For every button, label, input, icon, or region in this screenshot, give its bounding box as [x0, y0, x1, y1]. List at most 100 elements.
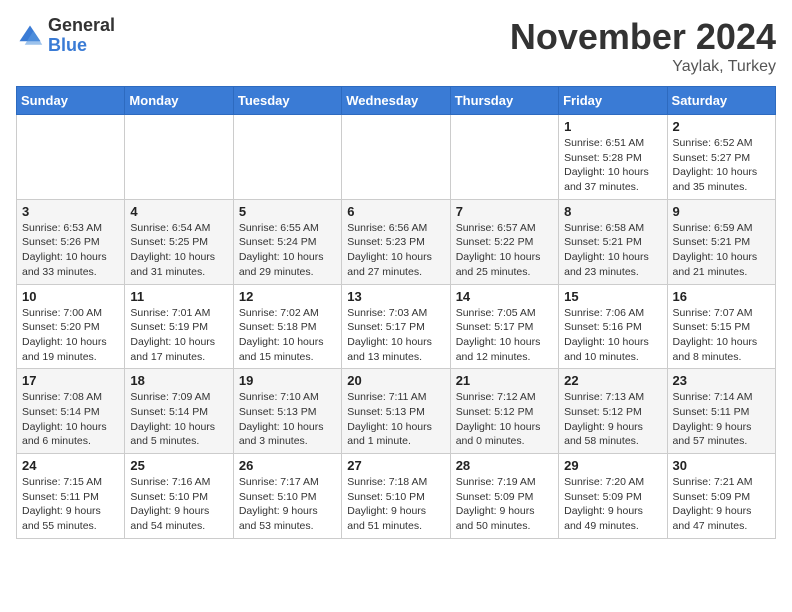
logo-blue: Blue: [48, 36, 115, 56]
day-number: 11: [130, 289, 227, 304]
day-number: 13: [347, 289, 444, 304]
day-info: Sunrise: 7:09 AM Sunset: 5:14 PM Dayligh…: [130, 390, 227, 449]
day-info: Sunrise: 6:54 AM Sunset: 5:25 PM Dayligh…: [130, 221, 227, 280]
day-number: 26: [239, 458, 336, 473]
page-header: General Blue November 2024 Yaylak, Turke…: [16, 16, 776, 76]
calendar-cell: [125, 115, 233, 200]
calendar-cell: 17 Sunrise: 7:08 AM Sunset: 5:14 PM Dayli…: [17, 369, 125, 454]
day-number: 15: [564, 289, 661, 304]
calendar-week-row: 1 Sunrise: 6:51 AM Sunset: 5:28 PM Daylig…: [17, 115, 776, 200]
calendar-cell: 5 Sunrise: 6:55 AM Sunset: 5:24 PM Daylig…: [233, 199, 341, 284]
day-info: Sunrise: 6:57 AM Sunset: 5:22 PM Dayligh…: [456, 221, 553, 280]
calendar-body: 1 Sunrise: 6:51 AM Sunset: 5:28 PM Daylig…: [17, 115, 776, 539]
day-number: 24: [22, 458, 119, 473]
day-number: 4: [130, 204, 227, 219]
calendar-cell: [450, 115, 558, 200]
day-number: 10: [22, 289, 119, 304]
day-info: Sunrise: 7:00 AM Sunset: 5:20 PM Dayligh…: [22, 306, 119, 365]
calendar-cell: 8Sunrise: 6:58 AM Sunset: 5:21 PM Daylig…: [559, 199, 667, 284]
weekday-header-thursday: Thursday: [450, 87, 558, 115]
day-info: Sunrise: 7:03 AM Sunset: 5:17 PM Dayligh…: [347, 306, 444, 365]
day-number: 19: [239, 373, 336, 388]
day-number: 28: [456, 458, 553, 473]
day-info: Sunrise: 6:59 AM Sunset: 5:21 PM Dayligh…: [673, 221, 770, 280]
day-number: 20: [347, 373, 444, 388]
day-number: 30: [673, 458, 770, 473]
calendar-cell: 18 Sunrise: 7:09 AM Sunset: 5:14 PM Dayli…: [125, 369, 233, 454]
calendar-cell: [233, 115, 341, 200]
day-number: 12: [239, 289, 336, 304]
day-info: Sunrise: 6:51 AM Sunset: 5:28 PM Dayligh…: [564, 136, 661, 195]
calendar-header: SundayMondayTuesdayWednesdayThursdayFrid…: [17, 87, 776, 115]
logo-icon: [16, 22, 44, 50]
calendar-cell: 28 Sunrise: 7:19 AM Sunset: 5:09 PM Dayli…: [450, 454, 558, 539]
day-number: 27: [347, 458, 444, 473]
day-info: Sunrise: 7:07 AM Sunset: 5:15 PM Dayligh…: [673, 306, 770, 365]
calendar-cell: 21Sunrise: 7:12 AM Sunset: 5:12 PM Dayli…: [450, 369, 558, 454]
weekday-header-saturday: Saturday: [667, 87, 775, 115]
day-number: 1: [564, 119, 661, 134]
day-number: 14: [456, 289, 553, 304]
calendar-cell: 16 Sunrise: 7:07 AM Sunset: 5:15 PM Dayli…: [667, 284, 775, 369]
calendar-cell: 12 Sunrise: 7:02 AM Sunset: 5:18 PM Dayli…: [233, 284, 341, 369]
logo: General Blue: [16, 16, 115, 56]
weekday-header-wednesday: Wednesday: [342, 87, 450, 115]
day-info: Sunrise: 6:55 AM Sunset: 5:24 PM Dayligh…: [239, 221, 336, 280]
calendar-cell: 3 Sunrise: 6:53 AM Sunset: 5:26 PM Daylig…: [17, 199, 125, 284]
day-info: Sunrise: 7:19 AM Sunset: 5:09 PM Dayligh…: [456, 475, 553, 534]
day-info: Sunrise: 7:01 AM Sunset: 5:19 PM Dayligh…: [130, 306, 227, 365]
day-info: Sunrise: 6:52 AM Sunset: 5:27 PM Dayligh…: [673, 136, 770, 195]
day-number: 25: [130, 458, 227, 473]
day-info: Sunrise: 7:02 AM Sunset: 5:18 PM Dayligh…: [239, 306, 336, 365]
day-number: 29: [564, 458, 661, 473]
calendar-cell: 27 Sunrise: 7:18 AM Sunset: 5:10 PM Dayli…: [342, 454, 450, 539]
logo-text: General Blue: [48, 16, 115, 56]
weekday-header-monday: Monday: [125, 87, 233, 115]
calendar-week-row: 17 Sunrise: 7:08 AM Sunset: 5:14 PM Dayli…: [17, 369, 776, 454]
day-number: 18: [130, 373, 227, 388]
day-info: Sunrise: 7:18 AM Sunset: 5:10 PM Dayligh…: [347, 475, 444, 534]
calendar-week-row: 10 Sunrise: 7:00 AM Sunset: 5:20 PM Dayli…: [17, 284, 776, 369]
calendar-cell: 9 Sunrise: 6:59 AM Sunset: 5:21 PM Daylig…: [667, 199, 775, 284]
calendar-cell: 22 Sunrise: 7:13 AM Sunset: 5:12 PM Dayli…: [559, 369, 667, 454]
day-number: 9: [673, 204, 770, 219]
calendar-cell: 10 Sunrise: 7:00 AM Sunset: 5:20 PM Dayli…: [17, 284, 125, 369]
day-info: Sunrise: 6:53 AM Sunset: 5:26 PM Dayligh…: [22, 221, 119, 280]
calendar-cell: 29 Sunrise: 7:20 AM Sunset: 5:09 PM Dayli…: [559, 454, 667, 539]
calendar-week-row: 24Sunrise: 7:15 AM Sunset: 5:11 PM Dayli…: [17, 454, 776, 539]
calendar-cell: 15Sunrise: 7:06 AM Sunset: 5:16 PM Dayli…: [559, 284, 667, 369]
calendar-cell: 19Sunrise: 7:10 AM Sunset: 5:13 PM Dayli…: [233, 369, 341, 454]
day-number: 8: [564, 204, 661, 219]
day-number: 23: [673, 373, 770, 388]
calendar-cell: 13 Sunrise: 7:03 AM Sunset: 5:17 PM Dayli…: [342, 284, 450, 369]
day-number: 17: [22, 373, 119, 388]
calendar-cell: 7 Sunrise: 6:57 AM Sunset: 5:22 PM Daylig…: [450, 199, 558, 284]
weekday-header-sunday: Sunday: [17, 87, 125, 115]
day-info: Sunrise: 7:21 AM Sunset: 5:09 PM Dayligh…: [673, 475, 770, 534]
day-number: 3: [22, 204, 119, 219]
day-info: Sunrise: 7:17 AM Sunset: 5:10 PM Dayligh…: [239, 475, 336, 534]
calendar-cell: 24Sunrise: 7:15 AM Sunset: 5:11 PM Dayli…: [17, 454, 125, 539]
weekday-header-friday: Friday: [559, 87, 667, 115]
calendar-cell: 25Sunrise: 7:16 AM Sunset: 5:10 PM Dayli…: [125, 454, 233, 539]
calendar-cell: 30 Sunrise: 7:21 AM Sunset: 5:09 PM Dayli…: [667, 454, 775, 539]
day-number: 16: [673, 289, 770, 304]
weekday-header-row: SundayMondayTuesdayWednesdayThursdayFrid…: [17, 87, 776, 115]
day-info: Sunrise: 7:13 AM Sunset: 5:12 PM Dayligh…: [564, 390, 661, 449]
day-info: Sunrise: 7:20 AM Sunset: 5:09 PM Dayligh…: [564, 475, 661, 534]
weekday-header-tuesday: Tuesday: [233, 87, 341, 115]
day-number: 7: [456, 204, 553, 219]
calendar-cell: 20Sunrise: 7:11 AM Sunset: 5:13 PM Dayli…: [342, 369, 450, 454]
day-info: Sunrise: 7:08 AM Sunset: 5:14 PM Dayligh…: [22, 390, 119, 449]
title-block: November 2024 Yaylak, Turkey: [510, 16, 776, 76]
day-number: 21: [456, 373, 553, 388]
day-number: 2: [673, 119, 770, 134]
location: Yaylak, Turkey: [510, 58, 776, 76]
calendar-cell: 14Sunrise: 7:05 AM Sunset: 5:17 PM Dayli…: [450, 284, 558, 369]
calendar-cell: 1 Sunrise: 6:51 AM Sunset: 5:28 PM Daylig…: [559, 115, 667, 200]
day-number: 6: [347, 204, 444, 219]
day-number: 5: [239, 204, 336, 219]
day-info: Sunrise: 7:14 AM Sunset: 5:11 PM Dayligh…: [673, 390, 770, 449]
day-number: 22: [564, 373, 661, 388]
day-info: Sunrise: 6:56 AM Sunset: 5:23 PM Dayligh…: [347, 221, 444, 280]
